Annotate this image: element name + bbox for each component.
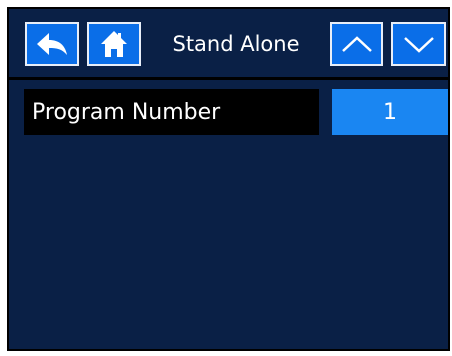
chevron-up-icon (340, 33, 374, 55)
home-icon (98, 28, 130, 60)
program-number-label: Program Number (24, 89, 319, 135)
home-button[interactable] (87, 22, 141, 66)
header-divider (9, 77, 448, 80)
back-button[interactable] (25, 22, 79, 66)
chevron-down-icon (402, 33, 436, 55)
scroll-down-button[interactable] (391, 22, 446, 66)
back-arrow-icon (35, 30, 69, 58)
page-title: Stand Alone (172, 32, 300, 56)
scroll-up-button[interactable] (330, 22, 383, 66)
device-screen: Stand Alone Program Number 1 (7, 7, 450, 351)
program-number-value[interactable]: 1 (332, 89, 448, 135)
header-bar: Stand Alone (9, 9, 448, 77)
